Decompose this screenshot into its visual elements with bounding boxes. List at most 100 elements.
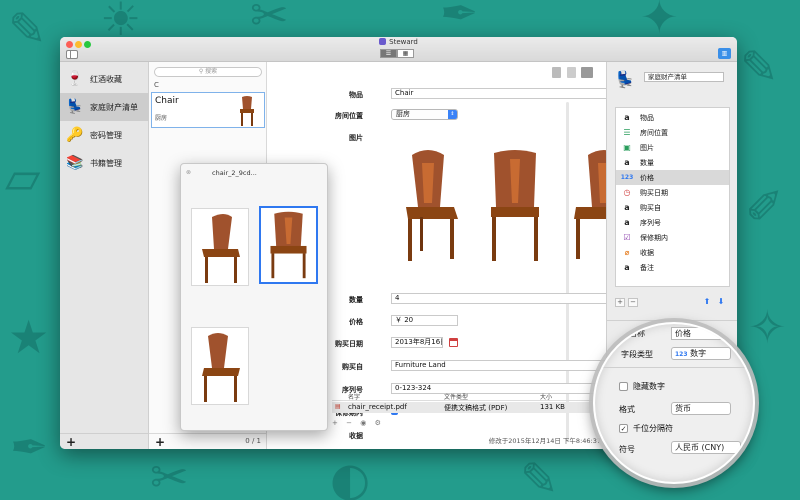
text-a-icon: a: [624, 218, 630, 227]
chair-thumbnail: [240, 96, 254, 126]
text-a-icon: a: [624, 263, 630, 272]
image-picker-popover: ⊗ chair_2_9cd...: [180, 163, 328, 431]
template-name-field[interactable]: 家庭财产清单: [644, 72, 724, 82]
preview-eye-icon[interactable]: ◉: [360, 419, 366, 427]
thousands-separator-label: 千位分隔符: [633, 424, 673, 433]
wine-glass-icon: 🍷: [66, 71, 84, 87]
field-list-item[interactable]: a 数量: [616, 155, 729, 170]
field-list-item[interactable]: 123 价格: [616, 170, 729, 185]
palette-decoration-icon: ◐: [330, 452, 371, 500]
field-list-item[interactable]: ☑ 保修期内: [616, 230, 729, 245]
remove-field-button[interactable]: −: [628, 298, 638, 307]
category-item-passwords[interactable]: 🔑 密码管理: [60, 121, 149, 149]
item-room: 厨房: [155, 115, 168, 122]
list-footer: + 0 / 1: [149, 433, 267, 449]
move-up-button[interactable]: ⬆: [702, 298, 712, 307]
scissors-decoration-icon: ✂: [150, 450, 189, 500]
paperclip-icon: ⌀: [624, 248, 630, 257]
field-list-label: 价格: [640, 173, 654, 182]
ruler-decoration-icon: ▱: [5, 150, 41, 204]
field-list-item[interactable]: ◷ 购买日期: [616, 185, 729, 200]
section-header: C: [154, 81, 159, 89]
star-decoration-icon: ★: [8, 310, 50, 364]
field-list-label: 数量: [640, 158, 654, 167]
field-list-item[interactable]: a 购买自: [616, 200, 729, 215]
item-name: Chair: [155, 96, 179, 106]
magnifier-callout: 字段名称 价格 字段类型 123 数字 隐藏数字 格式 货币 ✓ 千位分隔符 符…: [593, 322, 755, 484]
field-type-popup[interactable]: 123 数字: [671, 347, 731, 360]
clock-icon: ◷: [623, 188, 631, 197]
armchair-icon: 💺: [66, 99, 84, 115]
field-name-label: 字段名称: [613, 329, 645, 338]
field-list-item[interactable]: ⌀ 收据: [616, 245, 729, 260]
hide-number-checkbox[interactable]: [619, 382, 628, 391]
chair-image-2[interactable]: [486, 147, 544, 265]
table-view-icon[interactable]: ▦: [397, 49, 414, 58]
sidebar-toggle-button[interactable]: [66, 50, 78, 59]
field-list-item[interactable]: a 备注: [616, 260, 729, 275]
add-item-button[interactable]: +: [155, 435, 165, 449]
field-list-controls: + − ⬆ ⬇: [615, 298, 730, 308]
field-list-item[interactable]: a 物品: [616, 110, 729, 125]
view-mode-segmented-control[interactable]: ☰ ▦: [380, 49, 414, 58]
calendar-icon[interactable]: [449, 338, 458, 347]
add-category-button[interactable]: +: [66, 435, 76, 449]
format-popup[interactable]: 货币: [671, 402, 731, 415]
pdf-file-icon: ▤: [335, 403, 341, 410]
armchair-icon: 💺: [615, 70, 635, 89]
pen-decoration-icon: ✒: [10, 420, 49, 474]
remove-file-button[interactable]: −: [346, 419, 352, 427]
field-list-label: 购买日期: [640, 188, 668, 197]
hide-number-label: 隐藏数字: [633, 382, 665, 391]
chair-image-1[interactable]: [398, 147, 468, 265]
form-view-icon[interactable]: ☰: [380, 49, 397, 58]
field-list-label: 备注: [640, 263, 654, 272]
thousands-separator-checkbox[interactable]: ✓: [619, 424, 628, 433]
purchase-date-field[interactable]: 2013年8月16日: [391, 337, 443, 348]
room-popup[interactable]: 厨房 ⇕: [391, 109, 458, 120]
receipt-file-table: 名字 文件类型 大小 ▤ chair_receipt.pdf 便携文稿格式 (P…: [332, 392, 612, 432]
field-list-item[interactable]: ☰ 房间位置: [616, 125, 729, 140]
add-field-button[interactable]: +: [615, 298, 625, 307]
text-a-icon: a: [624, 113, 630, 122]
label-room: 房间位置: [335, 112, 363, 120]
price-field[interactable]: ￥ 20: [391, 315, 458, 326]
window-title: Steward: [60, 38, 737, 46]
file-table-header: 名字 文件类型 大小: [332, 392, 592, 401]
image-thumbnail[interactable]: [191, 208, 249, 286]
chair-thumb-1: [202, 214, 240, 283]
field-list-item[interactable]: a 序列号: [616, 215, 729, 230]
list-icon: ☰: [623, 128, 631, 137]
file-table-controls: + − ◉ ⚙: [332, 419, 381, 427]
list-item[interactable]: Chair 厨房: [151, 92, 265, 128]
brush-decoration-icon: ✐: [745, 180, 784, 234]
settings-icon[interactable]: ⚙: [375, 419, 381, 427]
trash-icon[interactable]: [552, 67, 561, 78]
image-icon: ▣: [623, 143, 631, 152]
title-bar: Steward ☰ ▦ ▥: [60, 37, 737, 62]
chair-thumb-2: [270, 211, 307, 279]
category-item-wine[interactable]: 🍷 红酒收藏: [60, 65, 149, 93]
add-file-button[interactable]: +: [332, 419, 338, 427]
image-thumbnail-selected[interactable]: [259, 206, 318, 284]
category-item-books[interactable]: 📚 书籍管理: [60, 149, 149, 177]
field-name-input[interactable]: 价格: [671, 327, 731, 340]
table-row[interactable]: ▤ chair_receipt.pdf 便携文稿格式 (PDF) 131 KB: [332, 402, 592, 413]
printer-icon[interactable]: [581, 67, 593, 78]
inspector-toggle-button[interactable]: ▥: [718, 48, 731, 59]
books-icon: 📚: [66, 155, 84, 171]
key-icon: 🔑: [66, 127, 84, 143]
search-input[interactable]: ⚲ 搜索: [154, 67, 262, 77]
label-receipt: 收据: [349, 432, 363, 440]
close-icon[interactable]: ⊗: [186, 169, 191, 176]
checkbox-icon: ☑: [623, 233, 631, 242]
field-list-item[interactable]: ▣ 图片: [616, 140, 729, 155]
duplicate-icon[interactable]: [567, 67, 576, 78]
number-123-icon: 123: [675, 351, 688, 358]
category-item-home-inventory[interactable]: 💺 家庭财产清单: [60, 93, 149, 121]
field-list-label: 房间位置: [640, 128, 668, 137]
field-list: a 物品 ☰ 房间位置 ▣ 图片 a 数量 123 价格 ◷ 购买日期 a 购买自 a 序列号 ☑ 保修期内 ⌀ 收据…: [615, 107, 730, 287]
symbol-popup[interactable]: 人民币 (CNY): [671, 441, 741, 454]
image-thumbnail[interactable]: [191, 327, 249, 405]
move-down-button[interactable]: ⬇: [716, 298, 726, 307]
